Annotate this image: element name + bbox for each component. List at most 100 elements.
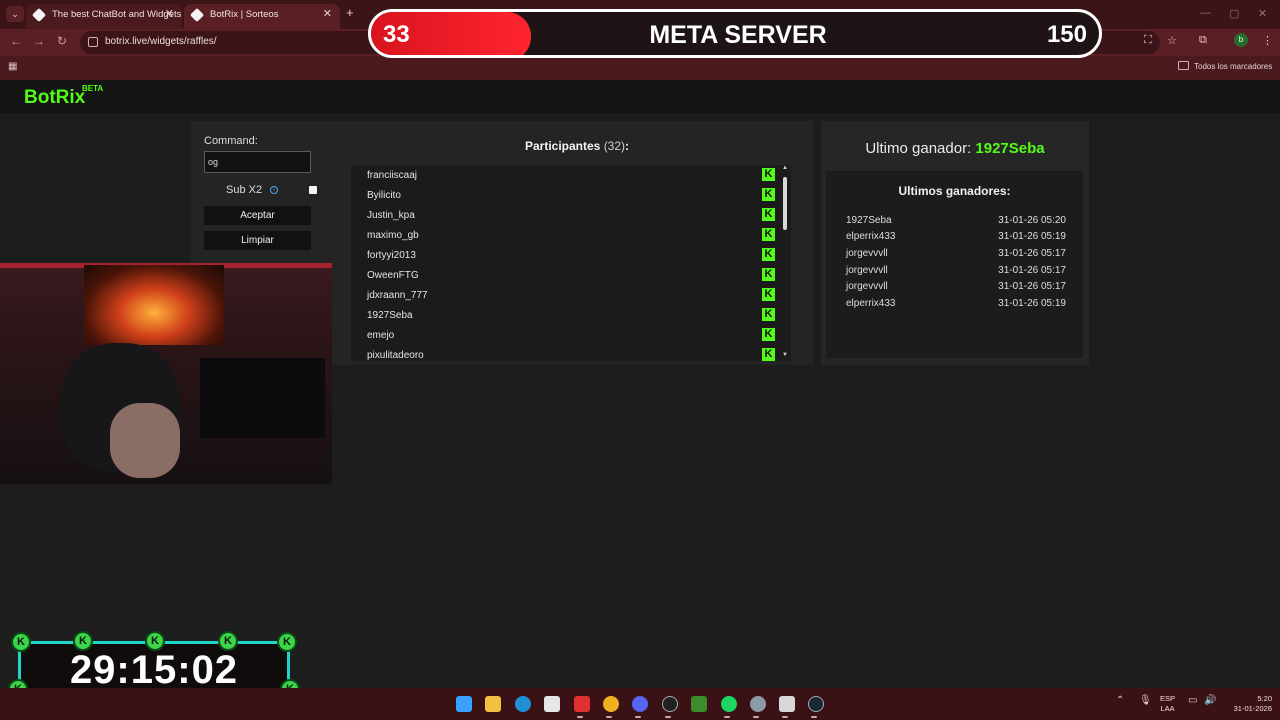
list-item: OweenFTG K bbox=[351, 265, 791, 285]
volume-icon[interactable]: 🔊 bbox=[1204, 695, 1216, 706]
tab-chatbot[interactable]: The best ChatBot and Widgets ✕ bbox=[26, 4, 182, 29]
accept-button[interactable]: Aceptar bbox=[204, 206, 311, 225]
file-explorer-icon[interactable] bbox=[485, 696, 501, 712]
participants-scrollbar[interactable]: ▲ ▼ bbox=[781, 165, 789, 361]
running-indicator bbox=[665, 716, 671, 718]
minimize-icon[interactable]: — bbox=[1200, 7, 1211, 19]
tray-chevron-icon[interactable]: ⌃ bbox=[1116, 695, 1124, 706]
winner-date: 31-01-26 05:19 bbox=[998, 231, 1066, 242]
participant-name: 1927Seba bbox=[367, 310, 413, 321]
fireplace-screen bbox=[84, 265, 224, 345]
logitech-icon[interactable] bbox=[779, 696, 795, 712]
microphone-icon[interactable]: 🎙 bbox=[1139, 695, 1152, 706]
kick-icon: K bbox=[762, 308, 775, 321]
kick-icon: K bbox=[762, 348, 775, 361]
edge-icon[interactable] bbox=[515, 696, 531, 712]
scroll-down-icon[interactable]: ▼ bbox=[782, 352, 788, 358]
forward-arrow-icon[interactable]: → bbox=[33, 34, 45, 48]
translate-icon[interactable]: ⛶ bbox=[1144, 34, 1152, 47]
tab-title: The best ChatBot and Widgets bbox=[52, 9, 182, 20]
info-icon[interactable]: i bbox=[270, 186, 278, 194]
running-indicator bbox=[811, 716, 817, 718]
store-icon[interactable] bbox=[544, 696, 560, 712]
list-item: Byilicito K bbox=[351, 185, 791, 205]
winner-date: 31-01-26 05:17 bbox=[998, 248, 1066, 259]
last-winner: Ultimo ganador: 1927Seba bbox=[821, 140, 1089, 157]
winner-name: jorgevvvll bbox=[846, 281, 888, 292]
menu-icon[interactable]: ⋮ bbox=[1262, 34, 1273, 47]
winner-date: 31-01-26 05:19 bbox=[998, 298, 1066, 309]
tab-search-button[interactable]: ⌄ bbox=[6, 6, 24, 22]
steam-icon[interactable] bbox=[808, 696, 824, 712]
webcam-overlay bbox=[0, 263, 332, 484]
obs-icon[interactable] bbox=[662, 696, 678, 712]
minecraft-icon[interactable] bbox=[691, 696, 707, 712]
timer-text: 29:15:02 bbox=[69, 648, 239, 692]
clock-time: 5:20 bbox=[1257, 694, 1272, 703]
chrome-icon[interactable] bbox=[603, 696, 619, 712]
window-close-icon[interactable]: ✕ bbox=[1258, 7, 1267, 20]
scroll-thumb[interactable] bbox=[783, 177, 787, 230]
kick-badge-icon: K bbox=[11, 632, 31, 652]
kick-icon: K bbox=[762, 208, 775, 221]
table-row: 1927Seba 31-01-26 05:20 bbox=[846, 215, 1066, 231]
botrix-favicon-icon bbox=[189, 7, 205, 23]
bookmarks-bar: ▦ Todos los marcadores bbox=[0, 56, 1280, 80]
participant-name: franciiscaaj bbox=[367, 170, 418, 181]
list-item: franciiscaaj K bbox=[351, 165, 791, 185]
kick-icon: K bbox=[762, 168, 775, 181]
monitor bbox=[200, 358, 325, 438]
beta-badge: BETA bbox=[82, 84, 104, 93]
brand-logo[interactable]: BotRix bbox=[24, 87, 85, 109]
spotify-icon[interactable] bbox=[721, 696, 737, 712]
botrix-favicon-icon bbox=[31, 7, 47, 23]
list-item: emejo K bbox=[351, 325, 791, 345]
language-indicator[interactable]: ESP LAA bbox=[1160, 694, 1175, 714]
reload-icon[interactable]: ↻ bbox=[57, 34, 67, 48]
list-item: 1927Seba K bbox=[351, 305, 791, 325]
table-row: jorgevvvll 31-01-26 05:17 bbox=[846, 248, 1066, 264]
settings-gear-icon[interactable] bbox=[750, 696, 766, 712]
bookmark-star-icon[interactable]: ☆ bbox=[1167, 34, 1177, 47]
voicemeeter-icon[interactable] bbox=[574, 696, 590, 712]
close-icon[interactable]: ✕ bbox=[323, 4, 332, 25]
site-info-icon[interactable] bbox=[88, 37, 98, 47]
last-winner-name: 1927Seba bbox=[975, 140, 1045, 157]
windows-start-icon[interactable] bbox=[456, 696, 472, 712]
profile-avatar[interactable]: b bbox=[1234, 33, 1248, 47]
winner-name: elperrix433 bbox=[846, 231, 896, 242]
winner-date: 31-01-26 05:17 bbox=[998, 281, 1066, 292]
new-tab-button[interactable]: + bbox=[346, 5, 354, 20]
clear-button[interactable]: Limpiar bbox=[204, 231, 311, 250]
network-icon[interactable]: ▭ bbox=[1188, 695, 1197, 706]
participant-name: maximo_gb bbox=[367, 230, 419, 241]
tab-sorteos[interactable]: BotRix | Sorteos ✕ bbox=[184, 4, 340, 29]
participants-count: (32) bbox=[603, 139, 626, 153]
kick-icon: K bbox=[762, 188, 775, 201]
scroll-up-icon[interactable]: ▲ bbox=[782, 165, 788, 171]
discord-icon[interactable] bbox=[632, 696, 648, 712]
winner-name: elperrix433 bbox=[846, 298, 896, 309]
running-indicator bbox=[606, 716, 612, 718]
apps-grid-icon[interactable]: ▦ bbox=[8, 61, 17, 72]
participant-name: emejo bbox=[367, 330, 395, 341]
kick-icon: K bbox=[762, 288, 775, 301]
participant-name: OweenFTG bbox=[367, 270, 419, 281]
participants-list[interactable]: franciiscaaj K Byilicito K Justin_kpa K max… bbox=[351, 165, 791, 361]
taskbar-clock[interactable]: 5:20 31-01-2026 bbox=[1222, 694, 1272, 714]
all-bookmarks-link[interactable]: Todos los marcadores bbox=[1194, 62, 1272, 71]
table-row: elperrix433 31-01-26 05:19 bbox=[846, 298, 1066, 314]
command-input[interactable] bbox=[204, 151, 311, 173]
back-arrow-icon[interactable]: ← bbox=[10, 34, 22, 48]
winner-name: jorgevvvll bbox=[846, 265, 888, 276]
participant-name: fortyyi2013 bbox=[367, 250, 416, 261]
sub-x2-checkbox[interactable] bbox=[309, 186, 317, 194]
kick-icon: K bbox=[762, 268, 775, 281]
meta-title: META SERVER bbox=[649, 21, 827, 49]
extensions-icon[interactable]: ⧉ bbox=[1199, 34, 1207, 47]
close-icon[interactable]: ✕ bbox=[165, 4, 174, 25]
participant-name: Justin_kpa bbox=[367, 210, 415, 221]
participants-heading: Participantes (32): bbox=[382, 139, 772, 153]
list-item: fortyyi2013 K bbox=[351, 245, 791, 265]
maximize-icon[interactable]: ▢ bbox=[1229, 7, 1239, 20]
